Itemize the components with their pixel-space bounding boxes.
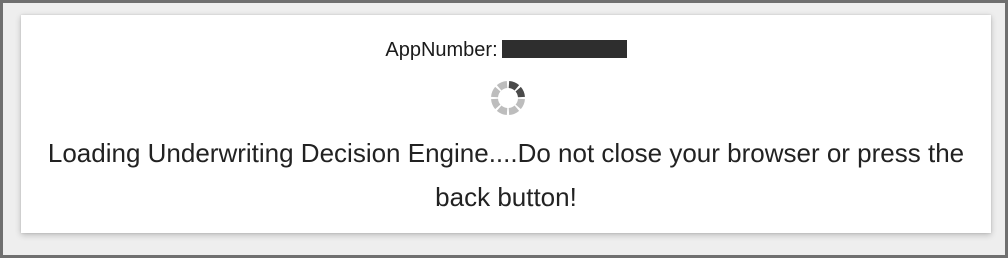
spinner-segment — [508, 81, 520, 91]
app-number-line: AppNumber: — [21, 37, 991, 63]
spinner-segment — [515, 86, 525, 98]
loading-spinner-icon — [491, 81, 525, 115]
spinner-segment — [491, 86, 501, 98]
spinner-segment — [515, 98, 525, 110]
spinner-segment — [496, 105, 508, 115]
spinner-segment — [491, 98, 501, 110]
spinner-segment — [508, 105, 520, 115]
window-frame: AppNumber: Loading Underwriting Decision… — [0, 0, 1008, 258]
app-number-label: AppNumber: — [385, 39, 498, 61]
loading-message: Loading Underwriting Decision Engine....… — [47, 138, 965, 212]
loading-card: AppNumber: Loading Underwriting Decision… — [21, 15, 991, 233]
spinner-segment — [496, 81, 508, 91]
app-number-redacted-value — [501, 40, 627, 58]
